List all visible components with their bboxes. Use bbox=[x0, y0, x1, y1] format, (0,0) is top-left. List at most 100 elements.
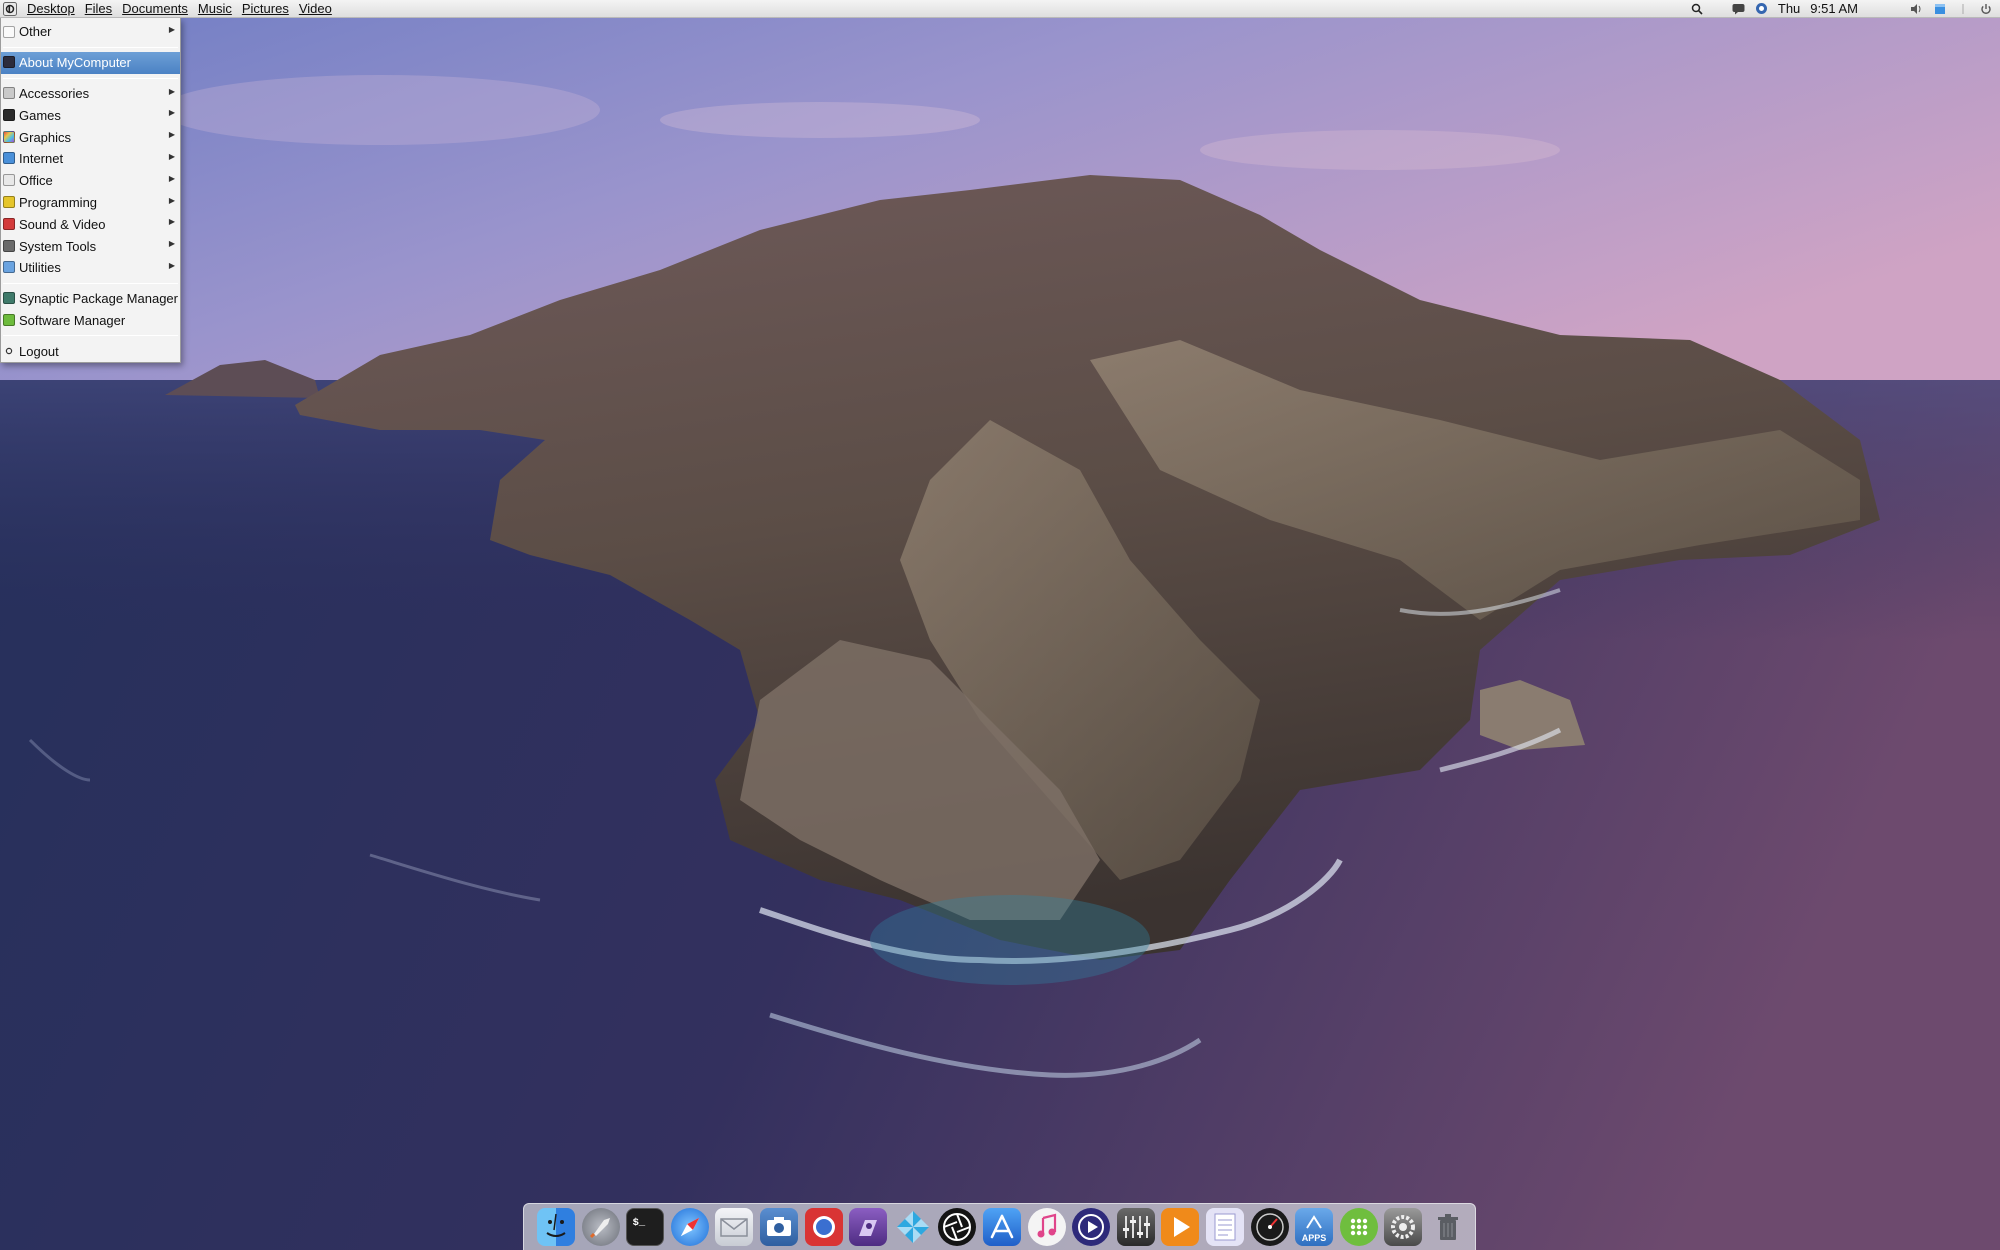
menu-item-label: Synaptic Package Manager bbox=[19, 291, 178, 307]
top-menubar: Desktop Files Documents Music Pictures V… bbox=[0, 0, 2000, 18]
accessories-icon bbox=[3, 87, 15, 100]
clock-time[interactable]: 9:51 AM bbox=[1810, 1, 1858, 16]
submenu-arrow-icon: ▶ bbox=[168, 108, 175, 118]
pinwheel-icon[interactable] bbox=[894, 1208, 932, 1246]
launchpad-rocket-icon[interactable] bbox=[581, 1208, 620, 1246]
menu-separator bbox=[3, 335, 178, 337]
office-icon bbox=[3, 174, 15, 187]
menu-item-about-mycomputer[interactable]: About MyComputer bbox=[1, 51, 180, 74]
menu-item-label: Internet bbox=[19, 151, 64, 167]
safari-compass-icon[interactable] bbox=[670, 1208, 709, 1246]
menu-separator bbox=[3, 77, 178, 79]
menu-item-graphics[interactable]: Graphics ▶ bbox=[1, 126, 180, 148]
terminal-icon[interactable]: $_ bbox=[626, 1208, 665, 1246]
power-icon[interactable] bbox=[1979, 2, 1992, 15]
menu-item-synaptic-package-manager[interactable]: Synaptic Package Manager bbox=[1, 288, 180, 310]
menu-item-label: Office bbox=[19, 173, 53, 189]
clock-day[interactable]: Thu bbox=[1778, 1, 1800, 16]
screenshot-camera-icon[interactable] bbox=[759, 1208, 798, 1246]
audio-mixer-icon[interactable] bbox=[1116, 1208, 1155, 1246]
menu-separator bbox=[3, 282, 178, 284]
menu-pictures[interactable]: Pictures bbox=[237, 0, 294, 18]
submenu-arrow-icon: ▶ bbox=[168, 217, 175, 227]
sound-video-icon bbox=[3, 217, 15, 230]
system-logo-icon[interactable] bbox=[2, 1, 18, 17]
software-manager-icon bbox=[3, 314, 15, 327]
menu-files[interactable]: Files bbox=[80, 0, 117, 18]
menu-item-accessories[interactable]: Accessories ▶ bbox=[1, 83, 180, 105]
menu-item-utilities[interactable]: Utilities ▶ bbox=[1, 257, 180, 279]
network-icon[interactable] bbox=[1755, 2, 1768, 15]
dock: $_ APPS bbox=[523, 1203, 1476, 1250]
document-icon bbox=[3, 25, 15, 38]
utilities-icon bbox=[3, 261, 15, 274]
system-preferences-icon[interactable] bbox=[1384, 1208, 1423, 1246]
chat-icon[interactable] bbox=[1732, 2, 1745, 15]
submenu-arrow-icon: ▶ bbox=[168, 151, 175, 161]
search-icon[interactable] bbox=[1691, 2, 1704, 15]
dashboard-gauge-icon[interactable] bbox=[1250, 1208, 1289, 1246]
applications-menu: Other ▶ About MyComputer Accessories ▶ G… bbox=[0, 18, 181, 363]
submenu-arrow-icon: ▶ bbox=[168, 260, 175, 270]
menu-item-label: Programming bbox=[19, 194, 98, 210]
finder-icon[interactable] bbox=[537, 1208, 575, 1246]
submenu-arrow-icon: ▶ bbox=[168, 173, 175, 183]
menu-item-games[interactable]: Games ▶ bbox=[1, 104, 180, 126]
internet-icon bbox=[3, 152, 15, 165]
computer-icon bbox=[3, 56, 15, 69]
desktop-wallpaper bbox=[0, 0, 2000, 1250]
submenu-arrow-icon: ▶ bbox=[168, 195, 175, 205]
menu-item-internet[interactable]: Internet ▶ bbox=[1, 148, 180, 170]
menu-music[interactable]: Music bbox=[193, 0, 237, 18]
vlc-play-icon[interactable] bbox=[1161, 1208, 1200, 1246]
menu-item-label: Accessories bbox=[19, 85, 90, 101]
logout-icon bbox=[3, 345, 15, 357]
menu-item-label: Graphics bbox=[19, 129, 72, 145]
menu-item-system-tools[interactable]: System Tools ▶ bbox=[1, 235, 180, 257]
menu-item-label: Games bbox=[19, 107, 61, 123]
synaptic-icon bbox=[3, 292, 15, 305]
apps-folder-icon[interactable]: APPS bbox=[1295, 1208, 1334, 1246]
photo-editor-icon[interactable] bbox=[849, 1208, 888, 1246]
programming-icon bbox=[3, 196, 15, 209]
system-tools-icon bbox=[3, 239, 15, 252]
system-tray: Thu 9:51 AM bbox=[1691, 0, 2000, 18]
volume-icon[interactable] bbox=[1910, 2, 1923, 15]
menu-item-sound-video[interactable]: Sound & Video ▶ bbox=[1, 213, 180, 235]
menu-documents[interactable]: Documents bbox=[117, 0, 193, 18]
battery-icon[interactable] bbox=[1933, 2, 1946, 15]
submenu-arrow-icon: ▶ bbox=[168, 239, 175, 249]
graphics-icon bbox=[3, 130, 15, 143]
menu-item-logout[interactable]: Logout bbox=[1, 340, 180, 362]
apps-folder-label: APPS bbox=[1302, 1233, 1327, 1243]
screen-recorder-icon[interactable] bbox=[804, 1208, 843, 1246]
menu-item-programming[interactable]: Programming ▶ bbox=[1, 192, 180, 214]
menu-item-software-manager[interactable]: Software Manager bbox=[1, 310, 180, 332]
submenu-arrow-icon: ▶ bbox=[168, 130, 175, 140]
music-icon[interactable] bbox=[1027, 1208, 1066, 1246]
menu-item-other[interactable]: Other ▶ bbox=[1, 21, 180, 43]
panel-separator-icon bbox=[1956, 2, 1969, 15]
notes-icon[interactable] bbox=[1205, 1208, 1244, 1246]
svg-text:$_: $_ bbox=[633, 1217, 646, 1229]
media-player-icon[interactable] bbox=[1072, 1208, 1111, 1246]
menu-item-label: Software Manager bbox=[19, 312, 126, 328]
menu-video[interactable]: Video bbox=[294, 0, 337, 18]
menu-item-label: Logout bbox=[19, 343, 59, 359]
app-store-icon[interactable] bbox=[982, 1208, 1021, 1246]
menu-desktop[interactable]: Desktop bbox=[22, 0, 80, 18]
menu-item-label: Utilities bbox=[19, 260, 61, 276]
calculator-grid-icon[interactable] bbox=[1339, 1208, 1378, 1246]
menu-item-label: Sound & Video bbox=[19, 216, 106, 232]
games-icon bbox=[3, 108, 15, 121]
submenu-arrow-icon: ▶ bbox=[168, 25, 175, 34]
menu-item-label: About MyComputer bbox=[19, 55, 131, 71]
menu-separator bbox=[3, 46, 178, 48]
trash-icon[interactable] bbox=[1429, 1208, 1467, 1246]
submenu-arrow-icon: ▶ bbox=[168, 86, 175, 96]
mail-icon[interactable] bbox=[715, 1208, 754, 1246]
menu-item-office[interactable]: Office ▶ bbox=[1, 170, 180, 192]
aperture-icon[interactable] bbox=[938, 1208, 977, 1246]
menu-item-label: Other bbox=[19, 24, 52, 40]
menu-item-label: System Tools bbox=[19, 238, 97, 254]
